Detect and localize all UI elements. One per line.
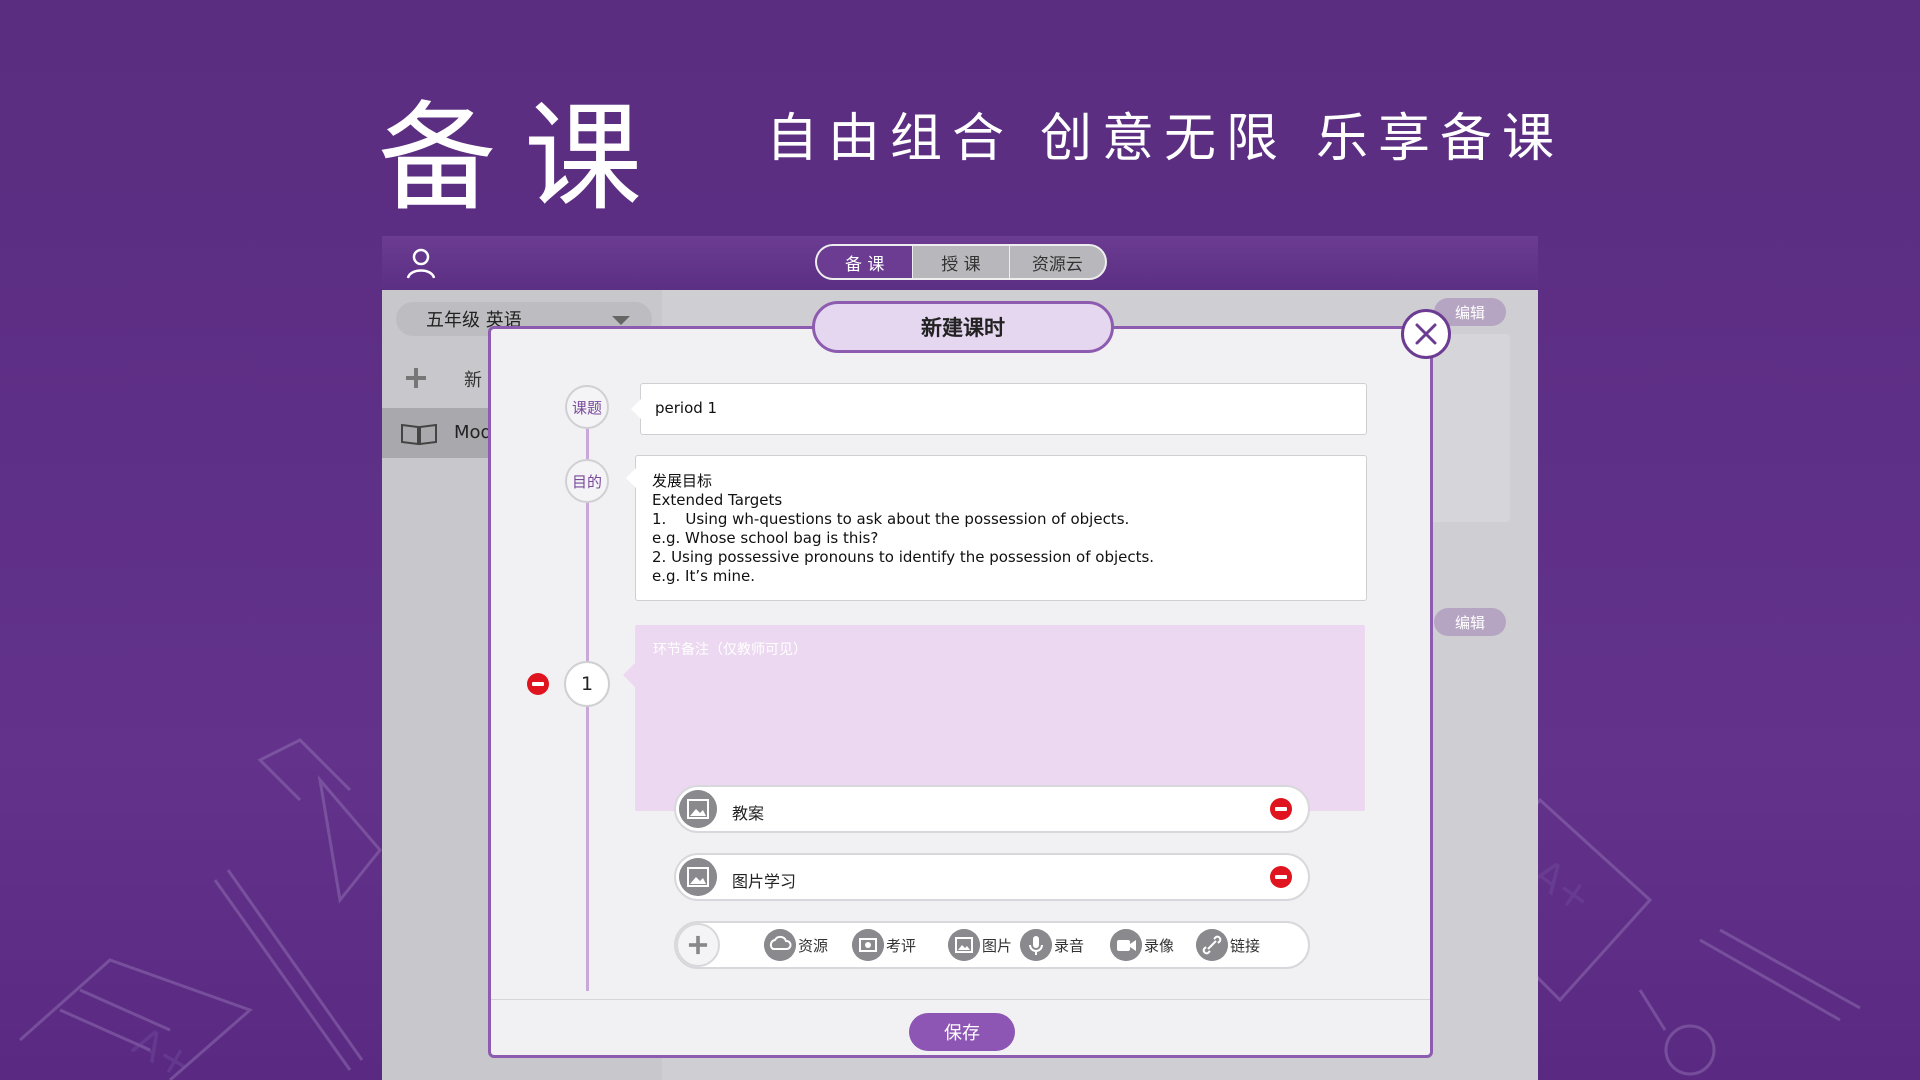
resource-label: 图片学习 [732, 872, 797, 891]
tab-teach[interactable]: 授 课 [913, 246, 1010, 278]
assessment-icon [852, 929, 884, 961]
purpose-value: 发展目标 Extended Targets 1. Using wh-questi… [652, 472, 1155, 585]
step-number: 1 [564, 661, 610, 707]
tool-audio[interactable]: 录音 [1020, 929, 1084, 961]
video-icon [1110, 929, 1142, 961]
dialog-title: 新建课时 [812, 301, 1114, 353]
tool-resource-label: 资源 [798, 936, 829, 955]
tool-image-label: 图片 [982, 936, 1013, 955]
tool-resource[interactable]: 资源 [764, 929, 828, 961]
topic-label: 课题 [565, 385, 609, 429]
close-icon[interactable] [1401, 309, 1451, 359]
tool-audio-label: 录音 [1054, 936, 1085, 955]
hero-title: 备课 [378, 89, 671, 227]
book-icon [401, 423, 437, 446]
hero-slogan-2: 创意无限 [1040, 109, 1289, 169]
new-lesson-dialog: 新建课时 课题 period 1 目的 发展目标 Extended Target… [488, 301, 1451, 1058]
edit-button-2[interactable]: 编辑 [1434, 608, 1506, 636]
resource-label: 教案 [732, 804, 765, 823]
hero-slogan-1: 自由组合 [766, 109, 1015, 169]
image-icon [679, 790, 717, 828]
tab-prepare[interactable]: 备 课 [817, 246, 914, 278]
add-resource-toolbar: 资源 考评 图片 录音 录像 链接 [674, 921, 1310, 969]
mode-tabs: 备 课 授 课 资源云 [815, 244, 1107, 280]
remove-resource-icon[interactable] [1270, 866, 1292, 888]
image-icon [679, 858, 717, 896]
image-icon [948, 929, 980, 961]
tool-video[interactable]: 录像 [1110, 929, 1174, 961]
top-bar: 备 课 授 课 资源云 [382, 236, 1538, 290]
module-label: Mod [454, 422, 492, 443]
topic-input[interactable]: period 1 [631, 383, 1367, 435]
remove-resource-icon[interactable] [1270, 798, 1292, 820]
plus-icon [406, 368, 426, 388]
chevron-down-icon [612, 316, 630, 325]
note-pointer [623, 663, 635, 687]
save-button[interactable]: 保存 [909, 1013, 1015, 1051]
cloud-icon [764, 929, 796, 961]
tool-link-label: 链接 [1230, 936, 1261, 955]
topic-pointer [631, 399, 641, 419]
new-lesson-label: 新 [464, 370, 482, 391]
tab-resource-cloud[interactable]: 资源云 [1010, 246, 1105, 278]
add-icon[interactable] [676, 923, 720, 967]
hero-slogan-3: 乐享备课 [1316, 109, 1565, 169]
purpose-label: 目的 [565, 459, 609, 503]
resource-item[interactable]: 图片学习 [674, 853, 1310, 901]
tool-link[interactable]: 链接 [1196, 929, 1260, 961]
footer-divider [491, 999, 1430, 1000]
svg-text:A+: A+ [125, 1019, 201, 1080]
step-note-input[interactable]: 环节备注（仅教师可见） [623, 625, 1365, 811]
tool-image[interactable]: 图片 [948, 929, 1012, 961]
remove-step-icon[interactable] [527, 673, 549, 695]
note-placeholder: 环节备注（仅教师可见） [653, 642, 807, 658]
resource-item[interactable]: 教案 [674, 785, 1310, 833]
topic-value: period 1 [655, 399, 718, 417]
purpose-pointer [626, 468, 636, 488]
lesson-card [1430, 334, 1510, 522]
tool-assessment-label: 考评 [886, 936, 917, 955]
tool-assessment[interactable]: 考评 [852, 929, 916, 961]
tool-video-label: 录像 [1144, 936, 1175, 955]
purpose-input[interactable]: 发展目标 Extended Targets 1. Using wh-questi… [626, 455, 1367, 601]
user-icon[interactable] [404, 246, 438, 280]
link-icon [1196, 929, 1228, 961]
microphone-icon [1020, 929, 1052, 961]
